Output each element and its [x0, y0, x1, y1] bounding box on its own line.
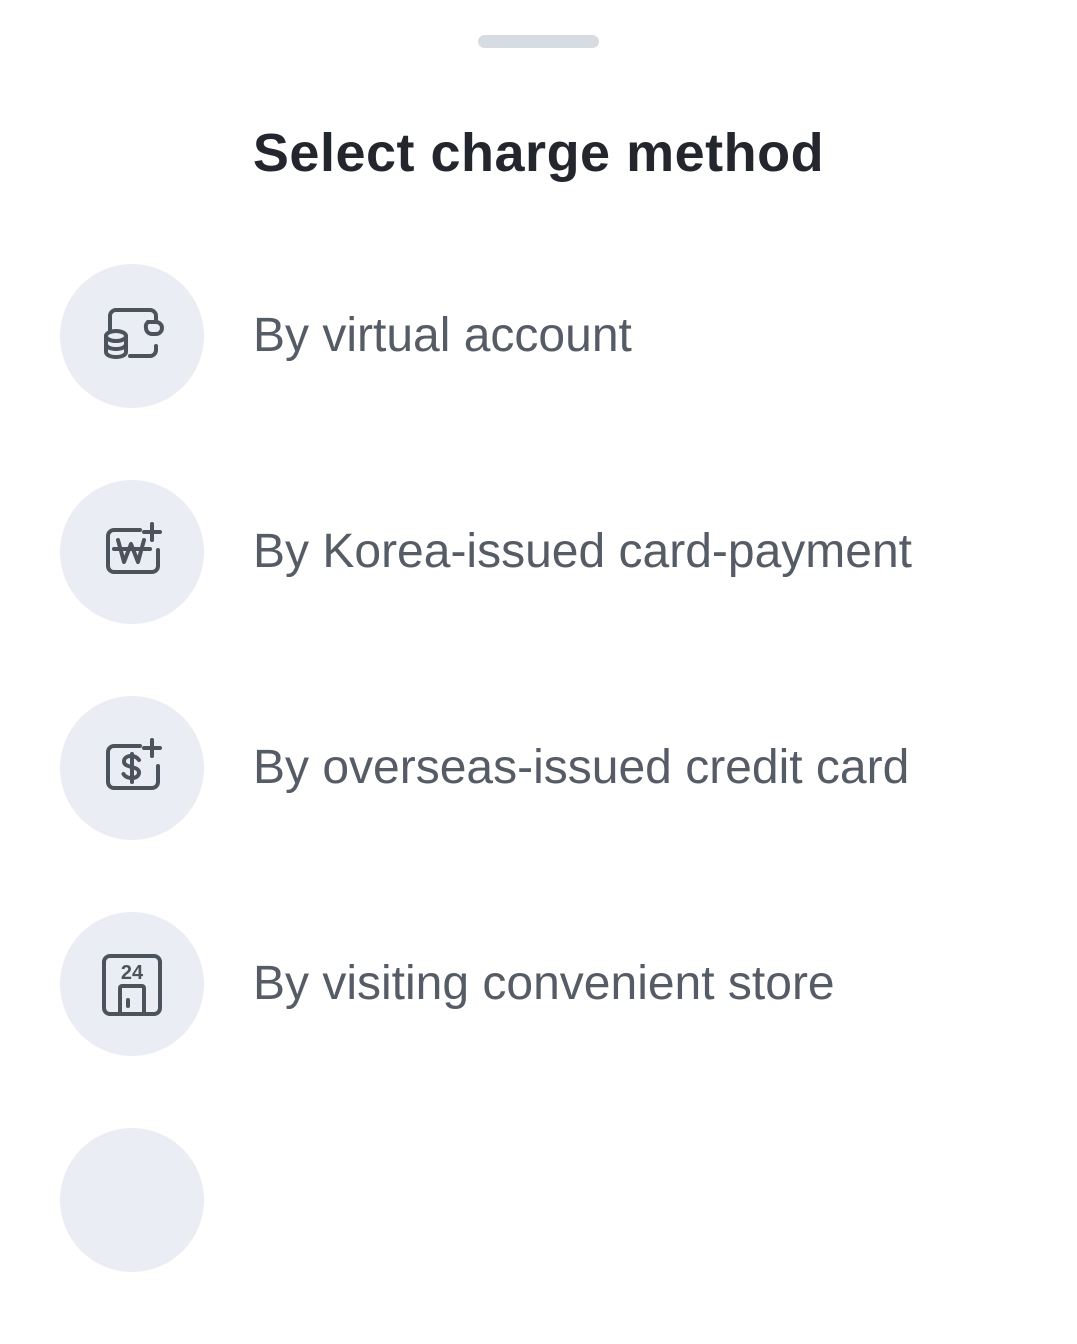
sheet-grabber-handle[interactable] — [478, 35, 599, 48]
option-overseas-credit-card[interactable]: By overseas-issued credit card — [0, 696, 1077, 840]
option-icon-container — [60, 480, 204, 624]
sheet-title: Select charge method — [252, 123, 825, 183]
dollar-card-plus-icon — [106, 738, 162, 790]
option-icon-container — [60, 696, 204, 840]
wallet-coins-icon — [104, 308, 164, 359]
option-icon-container — [60, 264, 204, 408]
option-virtual-account[interactable]: By virtual account — [0, 264, 1077, 408]
bottom-sheet: Select charge method By virtual account — [0, 0, 1077, 1272]
option-label: By visiting convenient store — [253, 957, 835, 1010]
option-korea-card-payment[interactable]: By Korea-issued card-payment — [0, 480, 1077, 624]
won-card-plus-icon — [106, 522, 162, 574]
store-24-icon: 24 — [102, 954, 162, 1016]
option-label: By overseas-issued credit card — [253, 741, 910, 794]
option-label: By Korea-issued card-payment — [253, 525, 912, 578]
option-convenience-store[interactable]: 24 By visiting convenient store — [0, 912, 1077, 1056]
charge-method-list: By virtual account By Korea-issued card-… — [0, 264, 1077, 1344]
option-icon-container: 24 — [60, 912, 204, 1056]
svg-text:24: 24 — [121, 962, 144, 984]
option-icon-container — [60, 1128, 204, 1272]
option-label: By virtual account — [253, 309, 632, 362]
option-partially-visible[interactable] — [0, 1128, 1077, 1272]
